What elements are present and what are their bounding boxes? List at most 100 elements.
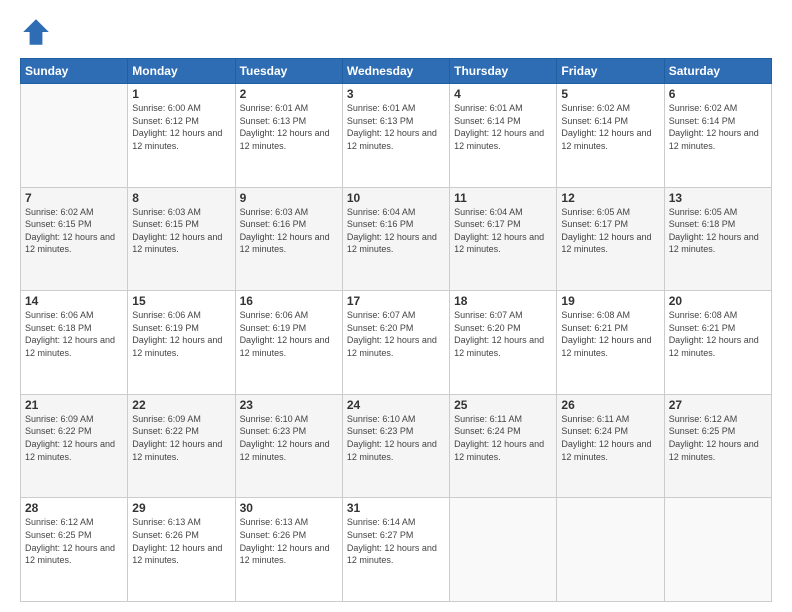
weekday-header-monday: Monday (128, 59, 235, 84)
page: SundayMondayTuesdayWednesdayThursdayFrid… (0, 0, 792, 612)
calendar-cell: 8Sunrise: 6:03 AMSunset: 6:15 PMDaylight… (128, 187, 235, 291)
header (20, 16, 772, 48)
day-info: Sunrise: 6:14 AMSunset: 6:27 PMDaylight:… (347, 516, 445, 566)
calendar-cell: 6Sunrise: 6:02 AMSunset: 6:14 PMDaylight… (664, 84, 771, 188)
day-number: 7 (25, 191, 123, 205)
day-info: Sunrise: 6:02 AMSunset: 6:14 PMDaylight:… (669, 102, 767, 152)
calendar-cell: 5Sunrise: 6:02 AMSunset: 6:14 PMDaylight… (557, 84, 664, 188)
day-info: Sunrise: 6:11 AMSunset: 6:24 PMDaylight:… (561, 413, 659, 463)
day-info: Sunrise: 6:13 AMSunset: 6:26 PMDaylight:… (240, 516, 338, 566)
day-number: 30 (240, 501, 338, 515)
calendar-cell: 31Sunrise: 6:14 AMSunset: 6:27 PMDayligh… (342, 498, 449, 602)
day-info: Sunrise: 6:07 AMSunset: 6:20 PMDaylight:… (347, 309, 445, 359)
calendar-table: SundayMondayTuesdayWednesdayThursdayFrid… (20, 58, 772, 602)
calendar-cell (21, 84, 128, 188)
calendar-cell: 22Sunrise: 6:09 AMSunset: 6:22 PMDayligh… (128, 394, 235, 498)
day-info: Sunrise: 6:06 AMSunset: 6:19 PMDaylight:… (132, 309, 230, 359)
calendar-cell: 21Sunrise: 6:09 AMSunset: 6:22 PMDayligh… (21, 394, 128, 498)
logo-icon (20, 16, 52, 48)
day-number: 6 (669, 87, 767, 101)
calendar-cell: 1Sunrise: 6:00 AMSunset: 6:12 PMDaylight… (128, 84, 235, 188)
day-info: Sunrise: 6:13 AMSunset: 6:26 PMDaylight:… (132, 516, 230, 566)
day-number: 9 (240, 191, 338, 205)
day-number: 12 (561, 191, 659, 205)
weekday-header-friday: Friday (557, 59, 664, 84)
calendar-cell (450, 498, 557, 602)
day-number: 20 (669, 294, 767, 308)
day-info: Sunrise: 6:04 AMSunset: 6:16 PMDaylight:… (347, 206, 445, 256)
day-info: Sunrise: 6:12 AMSunset: 6:25 PMDaylight:… (669, 413, 767, 463)
day-number: 17 (347, 294, 445, 308)
day-info: Sunrise: 6:02 AMSunset: 6:14 PMDaylight:… (561, 102, 659, 152)
calendar-cell: 25Sunrise: 6:11 AMSunset: 6:24 PMDayligh… (450, 394, 557, 498)
calendar-cell: 9Sunrise: 6:03 AMSunset: 6:16 PMDaylight… (235, 187, 342, 291)
calendar-cell: 27Sunrise: 6:12 AMSunset: 6:25 PMDayligh… (664, 394, 771, 498)
day-number: 10 (347, 191, 445, 205)
day-info: Sunrise: 6:05 AMSunset: 6:18 PMDaylight:… (669, 206, 767, 256)
day-info: Sunrise: 6:12 AMSunset: 6:25 PMDaylight:… (25, 516, 123, 566)
day-number: 31 (347, 501, 445, 515)
day-number: 4 (454, 87, 552, 101)
calendar-header-row: SundayMondayTuesdayWednesdayThursdayFrid… (21, 59, 772, 84)
day-number: 15 (132, 294, 230, 308)
day-info: Sunrise: 6:01 AMSunset: 6:14 PMDaylight:… (454, 102, 552, 152)
day-info: Sunrise: 6:08 AMSunset: 6:21 PMDaylight:… (561, 309, 659, 359)
day-number: 18 (454, 294, 552, 308)
day-number: 11 (454, 191, 552, 205)
day-number: 21 (25, 398, 123, 412)
day-info: Sunrise: 6:08 AMSunset: 6:21 PMDaylight:… (669, 309, 767, 359)
calendar-week-5: 28Sunrise: 6:12 AMSunset: 6:25 PMDayligh… (21, 498, 772, 602)
calendar-week-1: 1Sunrise: 6:00 AMSunset: 6:12 PMDaylight… (21, 84, 772, 188)
day-info: Sunrise: 6:01 AMSunset: 6:13 PMDaylight:… (240, 102, 338, 152)
calendar-cell: 7Sunrise: 6:02 AMSunset: 6:15 PMDaylight… (21, 187, 128, 291)
calendar-cell (557, 498, 664, 602)
calendar-cell: 10Sunrise: 6:04 AMSunset: 6:16 PMDayligh… (342, 187, 449, 291)
day-number: 5 (561, 87, 659, 101)
calendar-week-4: 21Sunrise: 6:09 AMSunset: 6:22 PMDayligh… (21, 394, 772, 498)
calendar-cell: 26Sunrise: 6:11 AMSunset: 6:24 PMDayligh… (557, 394, 664, 498)
day-number: 2 (240, 87, 338, 101)
day-number: 16 (240, 294, 338, 308)
calendar-cell: 30Sunrise: 6:13 AMSunset: 6:26 PMDayligh… (235, 498, 342, 602)
day-number: 8 (132, 191, 230, 205)
calendar-cell: 19Sunrise: 6:08 AMSunset: 6:21 PMDayligh… (557, 291, 664, 395)
day-info: Sunrise: 6:05 AMSunset: 6:17 PMDaylight:… (561, 206, 659, 256)
calendar-cell: 12Sunrise: 6:05 AMSunset: 6:17 PMDayligh… (557, 187, 664, 291)
day-info: Sunrise: 6:10 AMSunset: 6:23 PMDaylight:… (347, 413, 445, 463)
weekday-header-sunday: Sunday (21, 59, 128, 84)
day-number: 14 (25, 294, 123, 308)
calendar-cell: 28Sunrise: 6:12 AMSunset: 6:25 PMDayligh… (21, 498, 128, 602)
logo (20, 16, 56, 48)
day-number: 23 (240, 398, 338, 412)
calendar-week-3: 14Sunrise: 6:06 AMSunset: 6:18 PMDayligh… (21, 291, 772, 395)
day-number: 27 (669, 398, 767, 412)
day-number: 26 (561, 398, 659, 412)
calendar-cell (664, 498, 771, 602)
day-info: Sunrise: 6:09 AMSunset: 6:22 PMDaylight:… (25, 413, 123, 463)
day-info: Sunrise: 6:03 AMSunset: 6:15 PMDaylight:… (132, 206, 230, 256)
day-number: 28 (25, 501, 123, 515)
calendar-cell: 16Sunrise: 6:06 AMSunset: 6:19 PMDayligh… (235, 291, 342, 395)
weekday-header-thursday: Thursday (450, 59, 557, 84)
day-info: Sunrise: 6:07 AMSunset: 6:20 PMDaylight:… (454, 309, 552, 359)
calendar-cell: 13Sunrise: 6:05 AMSunset: 6:18 PMDayligh… (664, 187, 771, 291)
calendar-cell: 29Sunrise: 6:13 AMSunset: 6:26 PMDayligh… (128, 498, 235, 602)
calendar-cell: 24Sunrise: 6:10 AMSunset: 6:23 PMDayligh… (342, 394, 449, 498)
day-number: 22 (132, 398, 230, 412)
calendar-cell: 2Sunrise: 6:01 AMSunset: 6:13 PMDaylight… (235, 84, 342, 188)
day-info: Sunrise: 6:10 AMSunset: 6:23 PMDaylight:… (240, 413, 338, 463)
day-info: Sunrise: 6:01 AMSunset: 6:13 PMDaylight:… (347, 102, 445, 152)
weekday-header-wednesday: Wednesday (342, 59, 449, 84)
day-info: Sunrise: 6:06 AMSunset: 6:18 PMDaylight:… (25, 309, 123, 359)
calendar-cell: 17Sunrise: 6:07 AMSunset: 6:20 PMDayligh… (342, 291, 449, 395)
day-info: Sunrise: 6:09 AMSunset: 6:22 PMDaylight:… (132, 413, 230, 463)
day-info: Sunrise: 6:04 AMSunset: 6:17 PMDaylight:… (454, 206, 552, 256)
calendar-week-2: 7Sunrise: 6:02 AMSunset: 6:15 PMDaylight… (21, 187, 772, 291)
day-info: Sunrise: 6:11 AMSunset: 6:24 PMDaylight:… (454, 413, 552, 463)
day-info: Sunrise: 6:06 AMSunset: 6:19 PMDaylight:… (240, 309, 338, 359)
day-number: 3 (347, 87, 445, 101)
calendar-cell: 3Sunrise: 6:01 AMSunset: 6:13 PMDaylight… (342, 84, 449, 188)
day-number: 29 (132, 501, 230, 515)
day-number: 24 (347, 398, 445, 412)
calendar-cell: 15Sunrise: 6:06 AMSunset: 6:19 PMDayligh… (128, 291, 235, 395)
